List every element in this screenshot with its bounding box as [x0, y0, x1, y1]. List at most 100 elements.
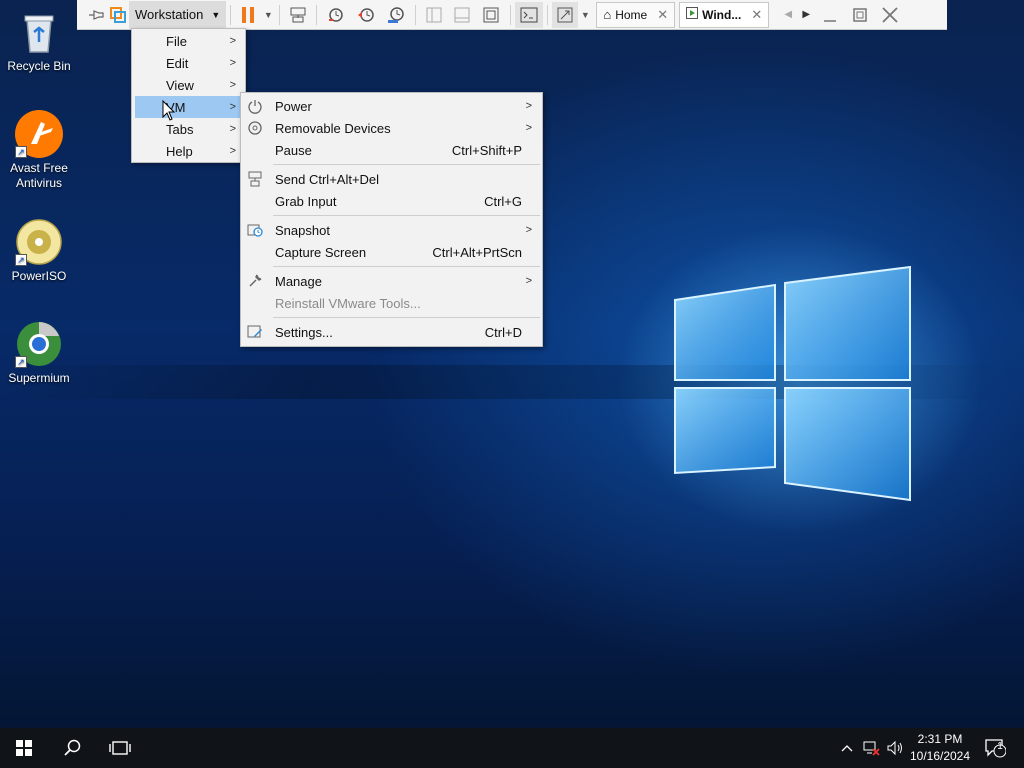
disc-icon	[248, 121, 262, 135]
full-screen-icon[interactable]	[476, 2, 506, 28]
shortcut-text: Ctrl+G	[484, 193, 522, 209]
take-snapshot-icon[interactable]	[321, 2, 351, 28]
close-tab-icon[interactable]: ✕	[751, 7, 762, 23]
shortcut-text: Ctrl+Alt+PrtScn	[432, 244, 522, 260]
tab-label: Home	[615, 7, 648, 22]
notification-center-button[interactable]: 1	[980, 728, 1010, 768]
clock-date: 10/16/2024	[909, 749, 971, 763]
send-ctrl-alt-del-icon[interactable]	[284, 2, 312, 28]
toolbar-divider	[279, 4, 281, 25]
desktop-icon-recycle-bin[interactable]: Recycle Bin	[0, 8, 78, 74]
show-hidden-icons-chevron-up-icon[interactable]	[838, 728, 856, 768]
mouse-cursor-icon	[162, 100, 176, 121]
restore-window-icon[interactable]	[845, 2, 875, 28]
menu-item-file[interactable]: File >	[132, 30, 245, 52]
vm-menu-item-manage[interactable]: Manage >	[241, 270, 542, 292]
toolbar-divider	[510, 4, 512, 25]
power-icon	[248, 100, 262, 114]
desktop-icon-poweriso[interactable]: ↗ PowerISO	[0, 218, 78, 284]
shortcut-text: Ctrl+D	[484, 324, 522, 340]
supermium-icon: ↗	[15, 320, 63, 368]
vm-menu-item-pause[interactable]: Pause Ctrl+Shift+P	[241, 139, 542, 161]
vm-menu-item-label: Settings...	[275, 324, 333, 340]
chevron-right-icon: >	[229, 79, 236, 91]
chevron-right-icon: >	[229, 101, 236, 113]
vm-tab-icon	[686, 7, 699, 22]
close-window-icon[interactable]	[875, 2, 905, 28]
vm-menu-item-label: Removable Devices	[275, 120, 391, 136]
windows-logo-wallpaper	[674, 265, 911, 502]
menu-item-label: File	[166, 33, 187, 49]
scroll-tabs-left-icon[interactable]: ◀	[779, 2, 797, 28]
stretch-guest-icon[interactable]	[552, 1, 579, 28]
menu-divider	[273, 266, 540, 267]
stretch-dropdown-chevron-icon[interactable]: ▼	[578, 2, 592, 28]
search-button[interactable]	[48, 728, 96, 768]
vm-menu-item-settings[interactable]: Settings... Ctrl+D	[241, 321, 542, 343]
revert-snapshot-icon[interactable]	[351, 2, 381, 28]
workstation-label: Workstation	[135, 7, 204, 22]
pause-dropdown-chevron-icon[interactable]: ▼	[261, 2, 275, 28]
notification-count-badge: 1	[997, 741, 1003, 752]
recycle-bin-icon	[15, 8, 63, 56]
sidebar-toggle-icon[interactable]	[420, 2, 448, 28]
desktop-icon-label: Avast Free Antivirus	[10, 161, 68, 190]
vm-menu-item-grab-input[interactable]: Grab Input Ctrl+G	[241, 190, 542, 212]
chevron-right-icon: >	[229, 57, 236, 69]
vm-menu-item-capture-screen[interactable]: Capture Screen Ctrl+Alt+PrtScn	[241, 241, 542, 263]
scroll-tabs-right-icon[interactable]: ▶	[797, 2, 815, 28]
send-keys-icon	[248, 171, 262, 187]
vm-menu-item-label: Send Ctrl+Alt+Del	[275, 171, 380, 187]
menu-item-help[interactable]: Help >	[132, 140, 245, 162]
pause-button[interactable]	[235, 2, 261, 28]
vm-menu-item-removable-devices[interactable]: Removable Devices >	[241, 117, 542, 139]
taskbar-clock[interactable]: 2:31 PM 10/16/2024	[902, 731, 978, 765]
desktop-icon-label: PowerISO	[11, 269, 67, 283]
menu-divider	[273, 317, 540, 318]
close-tab-icon[interactable]: ✕	[657, 7, 668, 23]
start-button[interactable]	[0, 728, 48, 768]
search-icon	[64, 739, 81, 756]
menu-item-vm[interactable]: VM >	[135, 96, 242, 118]
vm-menu-item-reinstall-vmware-tools: Reinstall VMware Tools...	[241, 292, 542, 314]
toolbar-divider	[316, 4, 318, 25]
network-disconnected-icon[interactable]	[860, 728, 882, 768]
menu-item-label: View	[166, 77, 194, 93]
chevron-right-icon: >	[229, 35, 236, 47]
windows-start-icon	[16, 740, 32, 756]
menu-item-view[interactable]: View >	[132, 74, 245, 96]
thumbnail-bar-icon[interactable]	[448, 2, 476, 28]
menu-item-label: Edit	[166, 55, 189, 71]
desktop-icon-label: Recycle Bin	[7, 59, 71, 73]
vm-menu-item-snapshot[interactable]: Snapshot >	[241, 219, 542, 241]
pin-icon[interactable]	[83, 2, 109, 28]
console-view-icon[interactable]	[515, 1, 544, 28]
desktop-icon-supermium[interactable]: ↗ Supermium	[0, 320, 78, 386]
vmware-toolbar: Workstation ▼ ▼ ▼ ⌂ Home ✕ Wind... ✕ ◀ ▶	[77, 0, 947, 30]
tab-home[interactable]: ⌂ Home ✕	[596, 1, 676, 28]
tab-windows-vm[interactable]: Wind... ✕	[679, 1, 770, 28]
home-icon: ⌂	[603, 7, 612, 22]
snapshot-manager-icon[interactable]	[381, 2, 411, 28]
toolbar-divider	[230, 4, 232, 25]
vm-menu-item-label: Pause	[275, 142, 312, 158]
clock-time: 2:31 PM	[917, 732, 963, 746]
toolbar-divider	[547, 4, 549, 25]
vm-menu-item-send-ctrl-alt-del[interactable]: Send Ctrl+Alt+Del	[241, 168, 542, 190]
task-view-button[interactable]	[96, 728, 144, 768]
chevron-right-icon: >	[525, 100, 532, 112]
menu-item-tabs[interactable]: Tabs >	[132, 118, 245, 140]
vm-menu-item-label: Reinstall VMware Tools...	[275, 295, 421, 311]
poweriso-icon: ↗	[15, 218, 63, 266]
workstation-menu-button[interactable]: Workstation ▼	[129, 0, 227, 29]
chevron-right-icon: >	[525, 275, 532, 287]
taskbar: 2:31 PM 10/16/2024 1	[0, 728, 1024, 768]
minimize-window-icon[interactable]	[815, 2, 845, 28]
vm-menu-item-label: Manage	[275, 273, 322, 289]
desktop-icon-avast[interactable]: ↗ Avast Free Antivirus	[0, 110, 78, 191]
menu-item-edit[interactable]: Edit >	[132, 52, 245, 74]
chevron-right-icon: >	[525, 122, 532, 134]
vm-menu-item-power[interactable]: Power >	[241, 95, 542, 117]
vm-menu-item-label: Power	[275, 98, 312, 114]
menu-divider	[273, 215, 540, 216]
